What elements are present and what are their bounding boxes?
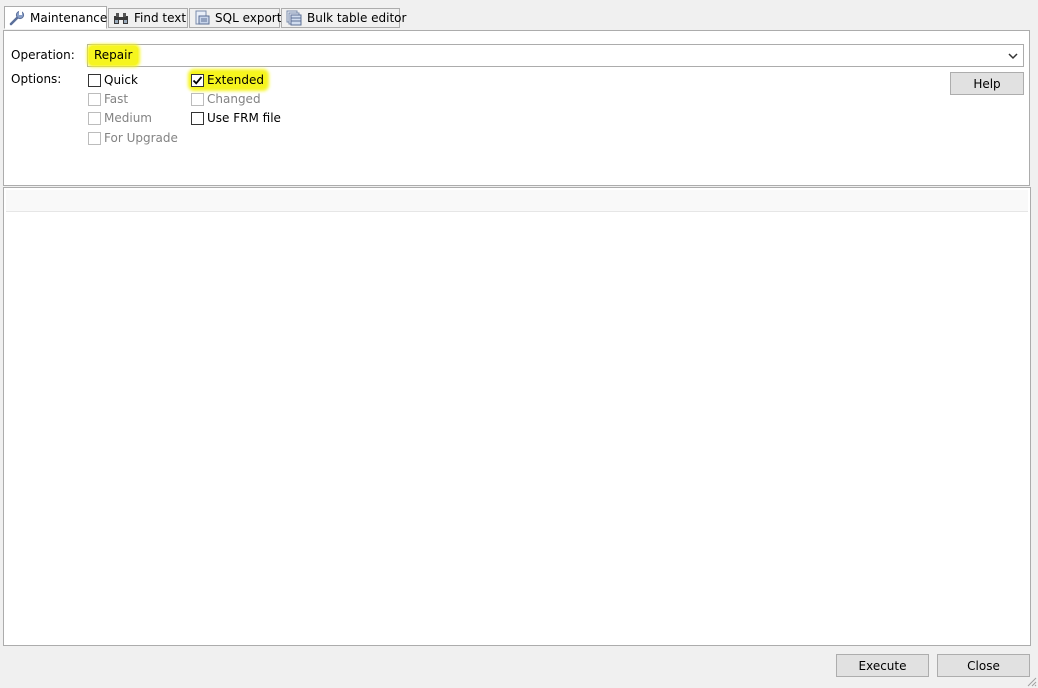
operation-selected-value: Repair [89, 46, 139, 65]
changed-checkbox-box [191, 92, 204, 106]
quick-checkbox-box[interactable] [88, 73, 101, 87]
medium-checkbox-label: Medium [104, 111, 152, 125]
changed-checkbox: Changed [191, 91, 261, 107]
tab-maintenance[interactable]: Maintenance [4, 6, 107, 29]
fast-checkbox-box [88, 92, 101, 106]
results-header-row [6, 190, 1028, 212]
wrench-icon [9, 10, 25, 26]
quick-checkbox-label: Quick [104, 73, 138, 87]
medium-checkbox-box [88, 111, 101, 125]
maintenance-dialog: Maintenance Find text SQL export Bulk ta… [0, 0, 1038, 688]
operation-label: Operation: [11, 48, 75, 62]
chevron-down-icon [1008, 50, 1018, 60]
binoculars-icon [113, 10, 129, 26]
help-button[interactable]: Help [950, 72, 1024, 95]
extended-checkbox[interactable]: Extended [191, 72, 266, 88]
use-frm-file-checkbox[interactable]: Use FRM file [191, 110, 281, 126]
close-button[interactable]: Close [937, 654, 1030, 677]
extended-checkbox-box[interactable] [191, 73, 204, 87]
tab-maintenance-label: Maintenance [30, 10, 108, 25]
operation-select[interactable]: Repair [87, 44, 1024, 67]
for-upgrade-checkbox-label: For Upgrade [104, 131, 178, 145]
checkmark-icon [192, 75, 203, 85]
sql-export-icon [194, 10, 210, 26]
maintenance-options-panel: Operation: Repair Options: Quick Fast Me… [3, 30, 1030, 186]
bulk-table-icon [286, 10, 302, 26]
for-upgrade-checkbox-box [88, 131, 101, 145]
fast-checkbox: Fast [88, 91, 128, 107]
resize-grip-icon[interactable] [1025, 675, 1037, 687]
execute-button[interactable]: Execute [836, 654, 929, 677]
use-frm-file-checkbox-box[interactable] [191, 111, 204, 125]
fast-checkbox-label: Fast [104, 92, 129, 106]
extended-checkbox-label: Extended [207, 73, 264, 87]
changed-checkbox-label: Changed [207, 92, 261, 106]
quick-checkbox[interactable]: Quick [88, 72, 138, 88]
tab-bulk-table-editor[interactable]: Bulk table editor [281, 8, 406, 28]
use-frm-file-checkbox-label: Use FRM file [207, 111, 281, 125]
for-upgrade-checkbox: For Upgrade [88, 130, 178, 146]
tab-find-text[interactable]: Find text [108, 8, 188, 28]
tab-find-text-label: Find text [134, 11, 187, 25]
medium-checkbox: Medium [88, 110, 152, 126]
tab-sql-export[interactable]: SQL export [189, 8, 282, 28]
results-panel[interactable] [3, 187, 1031, 646]
tab-bulk-table-editor-label: Bulk table editor [307, 11, 407, 25]
tab-sql-export-label: SQL export [215, 11, 282, 25]
options-label: Options: [11, 72, 62, 86]
